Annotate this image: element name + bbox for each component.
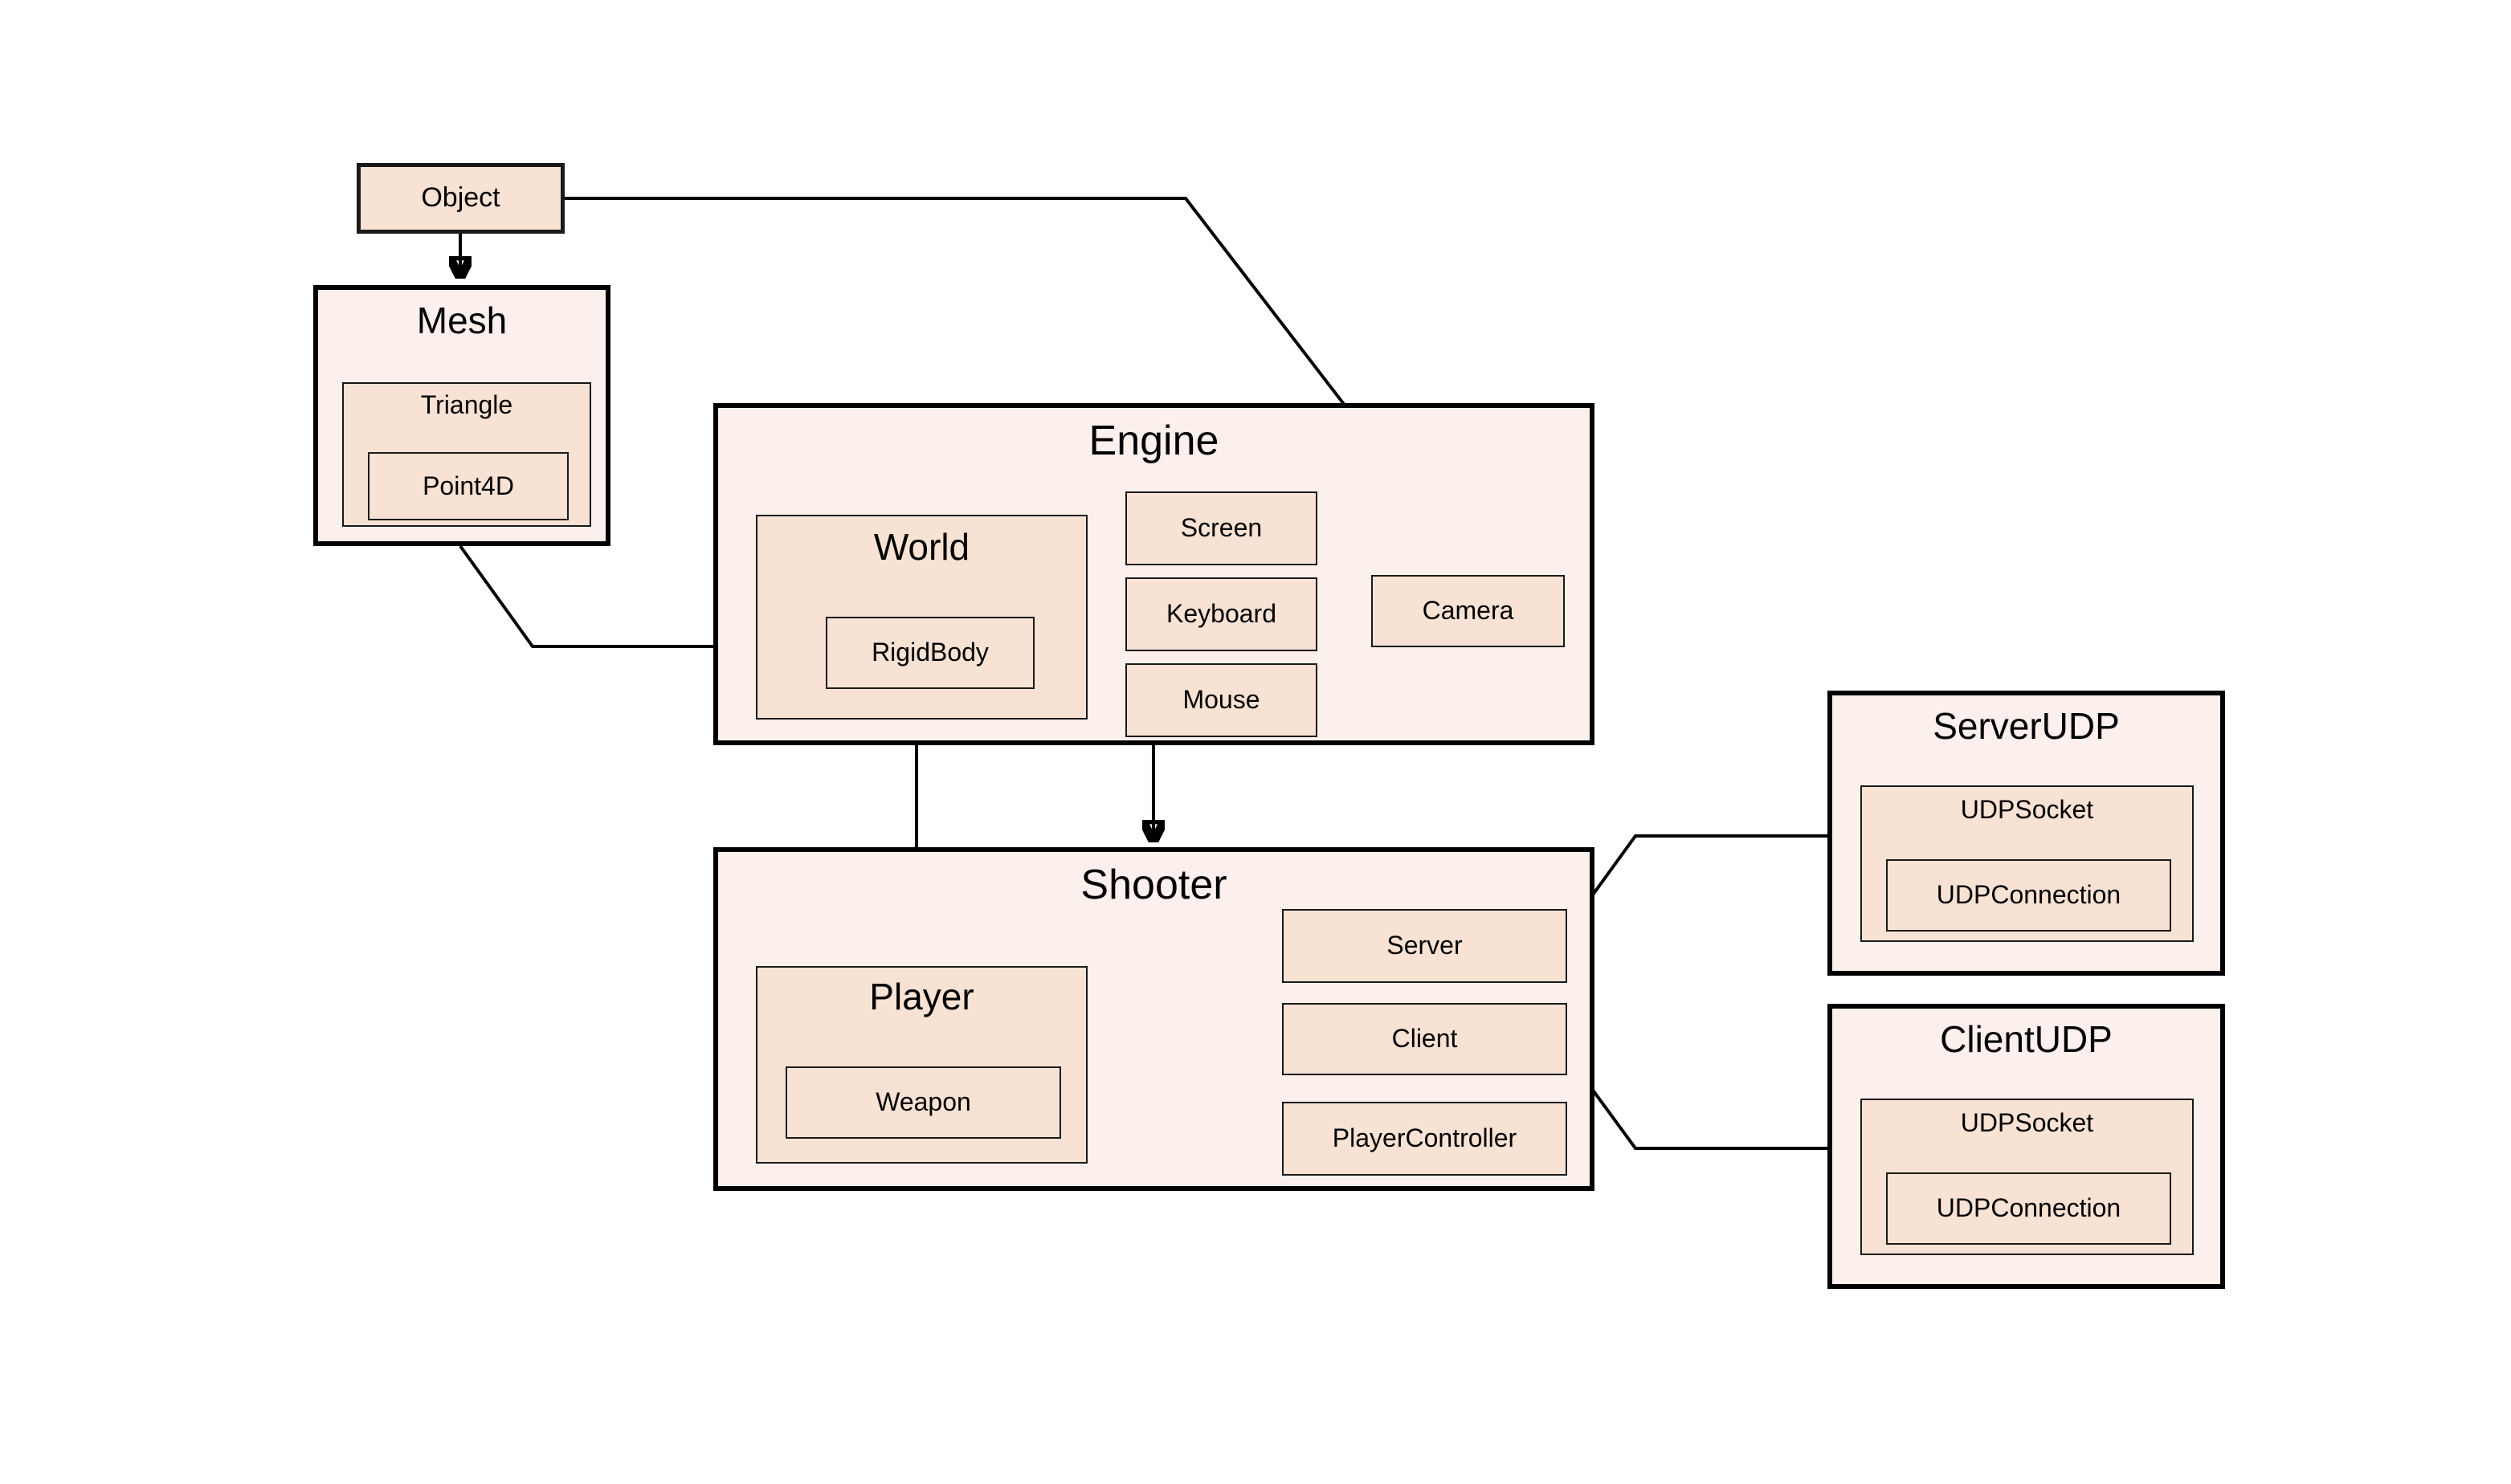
node-camera-label: Camera [1422, 596, 1514, 626]
node-world-label: World [873, 526, 970, 568]
node-server-udp[interactable]: ServerUDP UDPSocket UDPConnection [1827, 691, 2225, 976]
node-client-udp-label: ClientUDP [1940, 1018, 2113, 1060]
node-weapon-label: Weapon [876, 1087, 971, 1117]
node-shooter-label: Shooter [1080, 862, 1227, 908]
node-screen-label: Screen [1180, 513, 1263, 543]
node-rigidbody-label: RigidBody [872, 638, 989, 667]
node-object-label: Object [421, 182, 500, 214]
node-player-controller-label: PlayerController [1332, 1123, 1517, 1153]
node-server[interactable]: Server [1282, 909, 1567, 983]
node-triangle-label: Triangle [420, 390, 513, 419]
node-player[interactable]: Player Weapon [756, 966, 1088, 1164]
node-keyboard-label: Keyboard [1166, 599, 1276, 629]
node-server-udpsocket[interactable]: UDPSocket UDPConnection [1860, 785, 2194, 942]
node-server-label: Server [1386, 931, 1463, 960]
node-object[interactable]: Object [357, 163, 565, 234]
node-player-controller[interactable]: PlayerController [1282, 1102, 1567, 1176]
node-camera[interactable]: Camera [1371, 575, 1565, 647]
node-point4d[interactable]: Point4D [368, 452, 569, 520]
node-client-udp[interactable]: ClientUDP UDPSocket UDPConnection [1827, 1004, 2225, 1289]
node-mesh-label: Mesh [416, 300, 508, 341]
node-mouse-label: Mouse [1182, 685, 1260, 715]
node-engine[interactable]: Engine World RigidBody Screen Keyboard M… [713, 403, 1594, 745]
node-client-label: Client [1391, 1024, 1458, 1054]
node-mouse[interactable]: Mouse [1125, 663, 1317, 737]
node-weapon[interactable]: Weapon [786, 1066, 1061, 1139]
node-client[interactable]: Client [1282, 1003, 1567, 1075]
node-client-udpconnection[interactable]: UDPConnection [1886, 1172, 2171, 1245]
node-client-udpsocket-label: UDPSocket [1960, 1108, 2094, 1137]
node-server-udpconnection[interactable]: UDPConnection [1886, 859, 2171, 932]
node-keyboard[interactable]: Keyboard [1125, 577, 1317, 651]
edge-serverudp-to-server [1572, 834, 1827, 923]
node-rigidbody[interactable]: RigidBody [826, 617, 1035, 689]
node-world[interactable]: World RigidBody [756, 515, 1088, 720]
node-server-udpconnection-label: UDPConnection [1936, 880, 2121, 910]
edge-clientudp-to-client [1572, 1062, 1827, 1150]
node-mesh[interactable]: Mesh Triangle Point4D [313, 285, 610, 546]
node-point4d-label: Point4D [423, 471, 514, 500]
diagram-canvas: Object Mesh Triangle Point4D Engine Worl… [0, 0, 2511, 1484]
node-screen[interactable]: Screen [1125, 491, 1317, 565]
node-player-label: Player [869, 976, 974, 1017]
node-engine-label: Engine [1088, 418, 1219, 464]
node-server-udpsocket-label: UDPSocket [1960, 795, 2094, 824]
node-client-udpconnection-label: UDPConnection [1936, 1193, 2121, 1223]
node-triangle[interactable]: Triangle Point4D [342, 382, 591, 527]
node-client-udpsocket[interactable]: UDPSocket UDPConnection [1860, 1099, 2194, 1255]
node-shooter[interactable]: Shooter Player Weapon Server Client Play… [713, 847, 1594, 1191]
node-server-udp-label: ServerUDP [1933, 705, 2120, 747]
